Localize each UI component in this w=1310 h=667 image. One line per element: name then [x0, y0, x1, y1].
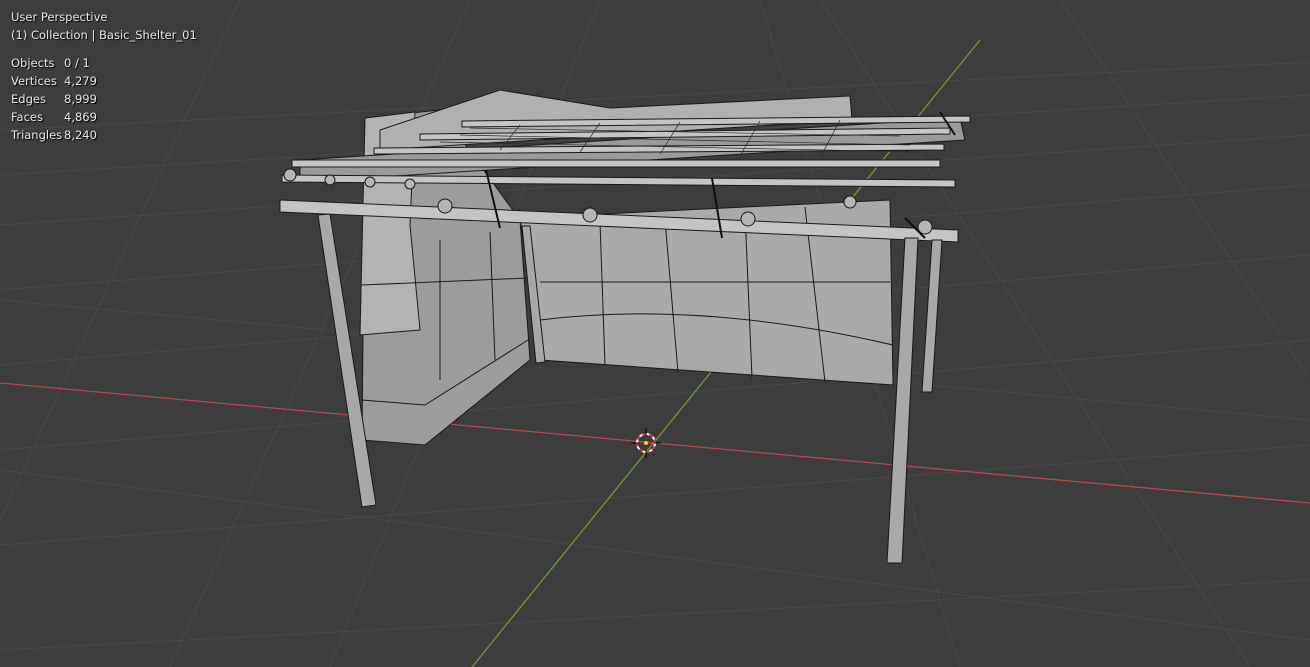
- stat-value: 8,999: [64, 92, 97, 106]
- stat-label: Edges: [11, 92, 46, 106]
- 3d-viewport[interactable]: [0, 0, 1310, 667]
- stat-value: 8,240: [64, 128, 97, 142]
- scene-statistics: Objects 0 / 1 Vertices 4,279 Edges 8,999…: [11, 54, 97, 144]
- stat-row-edges: Edges 8,999: [11, 90, 97, 108]
- collection-line: (1) Collection | Basic_Shelter_01: [11, 28, 197, 42]
- viewport-info: User Perspective (1) Collection | Basic_…: [11, 8, 197, 44]
- 3d-cursor-icon[interactable]: [631, 428, 661, 458]
- stat-value: 4,279: [64, 74, 97, 88]
- shelter-mesh[interactable]: [279, 89, 971, 564]
- view-name: User Perspective: [11, 10, 108, 24]
- stat-row-vertices: Vertices 4,279: [11, 72, 97, 90]
- stat-label: Objects: [11, 56, 55, 70]
- stat-row-objects: Objects 0 / 1: [11, 54, 97, 72]
- stat-label: Faces: [11, 110, 43, 124]
- stat-label: Vertices: [11, 74, 57, 88]
- stat-value: 4,869: [64, 110, 97, 124]
- stat-row-faces: Faces 4,869: [11, 108, 97, 126]
- stat-value: 0 / 1: [64, 56, 90, 70]
- stat-label: Triangles: [11, 128, 63, 142]
- stat-row-triangles: Triangles 8,240: [11, 126, 97, 144]
